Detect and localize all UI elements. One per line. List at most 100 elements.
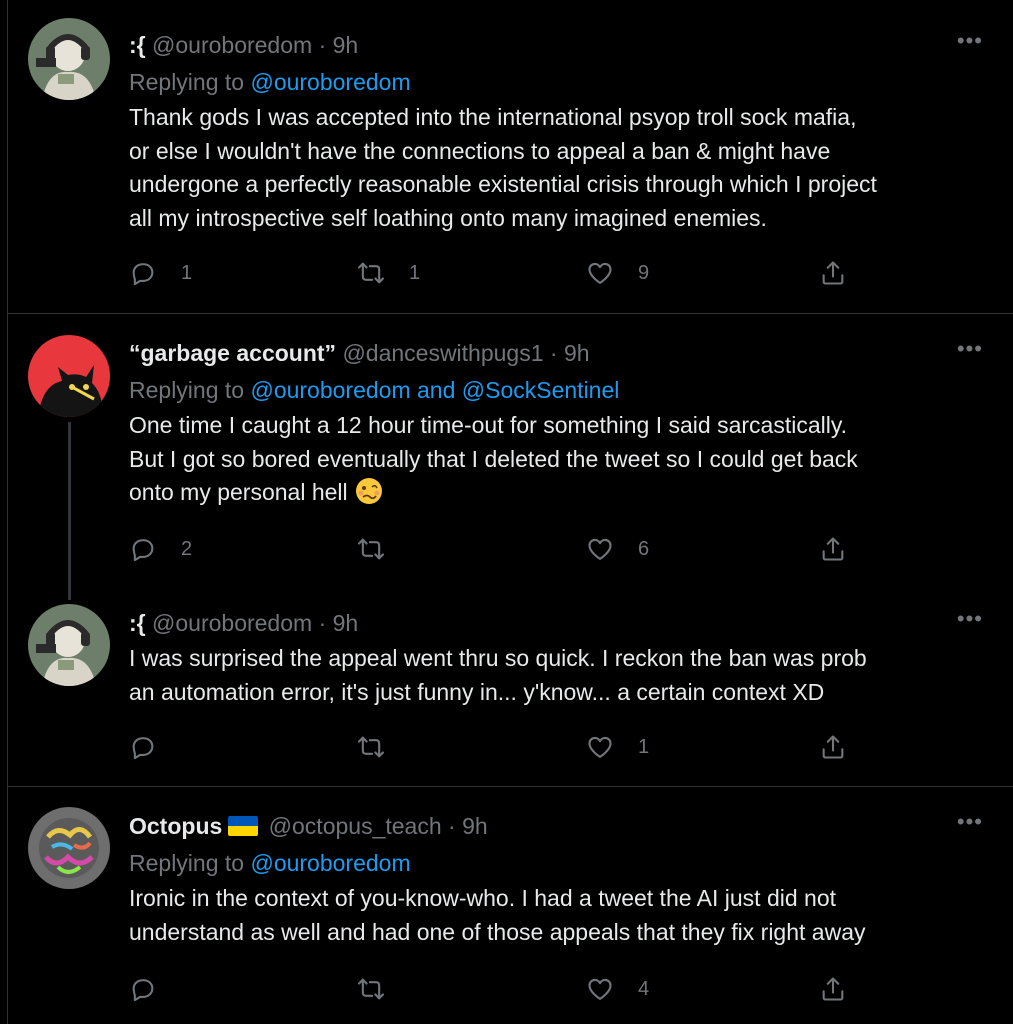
more-options-icon[interactable]: •••: [957, 338, 983, 360]
mention-link[interactable]: @ouroboredom and @SockSentinel: [250, 377, 619, 403]
retweet-button[interactable]: [357, 532, 409, 566]
username[interactable]: @danceswithpugs1: [342, 340, 543, 366]
like-button[interactable]: 9: [586, 256, 649, 290]
retweet-button[interactable]: [357, 972, 409, 1006]
timestamp[interactable]: 9h: [462, 813, 488, 839]
tweet-text: Ironic in the context of you-know-who. I…: [129, 882, 993, 949]
share-icon: [822, 977, 844, 1001]
display-name[interactable]: :{: [129, 610, 146, 636]
ukraine-flag: [228, 816, 259, 836]
timestamp[interactable]: 9h: [564, 340, 590, 366]
tweet-text-line: I was surprised the appeal went thru so …: [129, 645, 867, 671]
more-options-icon[interactable]: •••: [957, 30, 983, 52]
tweet-text: One time I caught a 12 hour time-out for…: [129, 409, 993, 510]
display-name[interactable]: :{: [129, 32, 146, 58]
tweet-text-line: undergone a perfectly reasonable existen…: [129, 171, 877, 197]
column-border: [7, 0, 8, 1024]
reply-icon: [132, 539, 154, 562]
like-count: 1: [638, 735, 650, 758]
retweet-icon: [358, 538, 384, 560]
reply-button[interactable]: 2: [129, 532, 192, 566]
mention-link[interactable]: @ouroboredom: [250, 850, 410, 876]
avatar-image: [28, 18, 110, 100]
username[interactable]: @ouroboredom: [152, 32, 312, 58]
flag-stripe-yellow: [228, 826, 259, 836]
like-count: 9: [638, 261, 650, 284]
reply-button[interactable]: [129, 730, 181, 764]
avatar[interactable]: [28, 604, 110, 686]
tweet-text-line: understand as well and had one of those …: [129, 918, 866, 945]
replying-label: Replying to: [129, 850, 251, 876]
tweet-actions: 1: [129, 730, 849, 764]
heart-icon: [588, 262, 612, 284]
heart-icon: [588, 538, 612, 560]
tweet-text-line: onto my personal hell: [129, 476, 993, 510]
username[interactable]: @octopus_teach: [269, 813, 442, 839]
replying-to: Replying to @ouroboredom: [129, 848, 993, 878]
avatar[interactable]: [28, 335, 110, 417]
reply-button[interactable]: [129, 972, 181, 1006]
separator-dot: ·: [318, 32, 327, 58]
tweet-text-line: Thank gods I was accepted into the inter…: [129, 104, 857, 130]
thread-connector: [68, 422, 71, 600]
tweet-header: “garbage account” @danceswithpugs1 · 9h: [129, 338, 993, 368]
share-icon: [822, 735, 844, 759]
avatar[interactable]: [28, 18, 110, 100]
tweet-text-line: One time I caught a 12 hour time-out for…: [129, 412, 848, 438]
tweet-header: :{ @ouroboredom · 9h: [129, 608, 993, 638]
tweet-actions: 1 1 9: [129, 256, 849, 290]
woozy-face-emoji: [355, 478, 382, 504]
tweet-divider: [8, 313, 1013, 314]
tweet-text-line: an automation error, it's just funny in.…: [129, 678, 825, 705]
retweet-button[interactable]: [357, 730, 409, 764]
tweet-text-segment: onto my personal hell: [129, 479, 348, 505]
replying-to: Replying to @ouroboredom: [129, 67, 993, 97]
like-button[interactable]: 6: [586, 532, 649, 566]
separator-dot: ·: [318, 610, 327, 636]
share-button[interactable]: [819, 256, 847, 290]
display-name[interactable]: Octopus: [129, 813, 222, 839]
avatar[interactable]: [28, 807, 110, 889]
tweet-4[interactable]: Octopus @octopus_teach · 9h ••• Replying…: [129, 811, 993, 949]
replying-label: Replying to: [129, 69, 251, 95]
mention-link[interactable]: @ouroboredom: [250, 69, 410, 95]
heart-icon: [588, 736, 612, 758]
flag-stripe-blue: [228, 816, 259, 826]
share-button[interactable]: [819, 532, 847, 566]
tweet-1[interactable]: :{ @ouroboredom · 9h ••• Replying to @ou…: [129, 30, 993, 235]
tweet-divider: [8, 786, 1013, 787]
avatar-image: [28, 807, 110, 889]
share-button[interactable]: [819, 730, 847, 764]
tweet-header: Octopus @octopus_teach · 9h: [129, 811, 993, 841]
avatar-image: [28, 604, 110, 686]
timestamp[interactable]: 9h: [333, 32, 359, 58]
separator-dot: ·: [448, 813, 456, 839]
tweet-feed: :{ @ouroboredom · 9h ••• Replying to @ou…: [0, 0, 1013, 1024]
more-options-icon[interactable]: •••: [957, 608, 983, 630]
retweet-icon: [358, 736, 384, 758]
timestamp[interactable]: 9h: [333, 610, 359, 636]
retweet-button[interactable]: 1: [357, 256, 420, 290]
tweet-3[interactable]: :{ @ouroboredom · 9h ••• I was surprised…: [129, 608, 993, 709]
reply-icon: [132, 737, 154, 760]
separator-dot: ·: [549, 340, 558, 366]
tweet-actions: 2 6: [129, 532, 849, 566]
tweet-text-line: or else I wouldn't have the connections …: [129, 137, 831, 164]
retweet-count: 1: [409, 261, 421, 284]
tweet-2[interactable]: “garbage account” @danceswithpugs1 · 9h …: [129, 338, 993, 510]
tweet-header: :{ @ouroboredom · 9h: [129, 30, 993, 60]
share-button[interactable]: [819, 972, 847, 1006]
share-icon: [822, 261, 844, 285]
share-icon: [822, 537, 844, 561]
username[interactable]: @ouroboredom: [152, 610, 312, 636]
reply-button[interactable]: 1: [129, 256, 192, 290]
tweet-text-line: all my introspective self loathing onto …: [129, 204, 767, 231]
like-button[interactable]: 4: [586, 972, 649, 1006]
display-name[interactable]: “garbage account”: [129, 340, 336, 366]
tweet-text-line: But I got so bored eventually that I del…: [129, 445, 858, 472]
more-options-icon[interactable]: •••: [957, 811, 983, 833]
avatar-image: [28, 335, 110, 417]
retweet-icon: [358, 262, 384, 284]
like-button[interactable]: 1: [586, 730, 649, 764]
like-count: 6: [638, 537, 650, 560]
